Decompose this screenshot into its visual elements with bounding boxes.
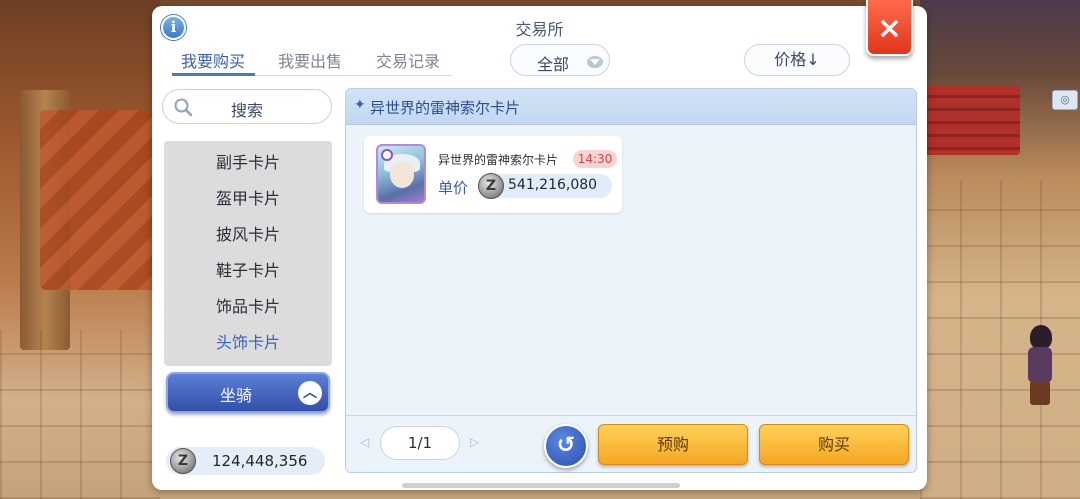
bottom-scrollbar[interactable]: [402, 483, 680, 488]
player-character: [1018, 325, 1058, 410]
item-name: 异世界的雷神索尔卡片: [438, 153, 559, 167]
card-art-face: [390, 162, 414, 188]
side-menu-icon[interactable]: ◎: [1052, 90, 1078, 110]
character-head: [1030, 325, 1052, 349]
card-rarity-badge-icon: [381, 149, 393, 161]
page-next-icon[interactable]: ▷: [470, 435, 479, 449]
time-badge: 14:30: [573, 150, 617, 168]
tab-bar: 我要购买 我要出售 交易记录: [172, 44, 452, 76]
category-item-armor[interactable]: 盔甲卡片: [164, 185, 332, 209]
background-floor-left: [0, 330, 160, 499]
thor-card-icon: [376, 144, 426, 204]
item-list-header: ✦ 异世界的雷神索尔卡片: [346, 89, 916, 125]
category-item-accessory[interactable]: 饰品卡片: [164, 293, 332, 317]
exchange-panel: i 交易所 × 我要购买 我要出售 交易记录 全部 价格↓ 搜索 副手卡片 盔甲…: [152, 0, 927, 490]
footer-divider: [346, 415, 916, 416]
character-body: [1028, 347, 1052, 383]
search-button[interactable]: 搜索: [162, 89, 332, 124]
chevron-down-icon: [587, 56, 603, 68]
category-item-cloak[interactable]: 披风卡片: [164, 221, 332, 245]
active-tab-indicator: [172, 73, 255, 76]
tab-history[interactable]: 交易记录: [376, 48, 440, 72]
filter-dropdown[interactable]: 全部: [510, 44, 610, 76]
balance-value: 124,448,356: [212, 452, 308, 470]
unit-price-label: 单价: [438, 179, 469, 197]
tab-buy[interactable]: 我要购买: [181, 48, 245, 72]
buy-button[interactable]: 购买: [759, 424, 909, 465]
filter-selected-label: 全部: [537, 55, 570, 74]
preorder-button[interactable]: 预购: [598, 424, 748, 465]
search-label: 搜索: [230, 101, 263, 120]
item-price-value: 541,216,080: [508, 177, 598, 193]
refresh-button[interactable]: ↺: [544, 424, 588, 468]
zeny-coin-icon: Z: [478, 173, 504, 199]
mount-label: 坐骑: [220, 386, 253, 405]
zeny-balance: Z 124,448,356: [166, 447, 325, 475]
category-item-offhand[interactable]: 副手卡片: [164, 149, 332, 173]
tab-sell[interactable]: 我要出售: [278, 48, 342, 72]
category-list: 副手卡片 盔甲卡片 披风卡片 鞋子卡片 饰品卡片 头饰卡片: [164, 141, 332, 366]
item-list-title: 异世界的雷神索尔卡片: [370, 99, 521, 117]
sort-price-button[interactable]: 价格↓: [744, 44, 850, 76]
page-prev-icon[interactable]: ◁: [360, 435, 369, 449]
close-button[interactable]: ×: [866, 0, 913, 56]
background-carpet-stairs: [920, 85, 1020, 155]
item-card[interactable]: 异世界的雷神索尔卡片 14:30 单价 Z 541,216,080: [364, 136, 622, 213]
price-pill: Z 541,216,080: [478, 173, 612, 199]
chevron-up-icon: ︿: [298, 381, 322, 405]
zeny-coin-icon: Z: [170, 448, 196, 474]
character-legs: [1030, 381, 1050, 405]
item-list-panel: ✦ 异世界的雷神索尔卡片 异世界的雷神索尔卡片 14:30 单价 Z 541,2…: [345, 88, 917, 473]
category-item-headgear[interactable]: 头饰卡片: [164, 329, 332, 353]
category-item-shoes[interactable]: 鞋子卡片: [164, 257, 332, 281]
page-indicator: 1/1: [380, 426, 460, 460]
mount-category-button[interactable]: 坐骑 ︿: [166, 372, 330, 413]
panel-title: 交易所: [515, 20, 564, 39]
sparkle-icon: ✦: [354, 97, 366, 113]
